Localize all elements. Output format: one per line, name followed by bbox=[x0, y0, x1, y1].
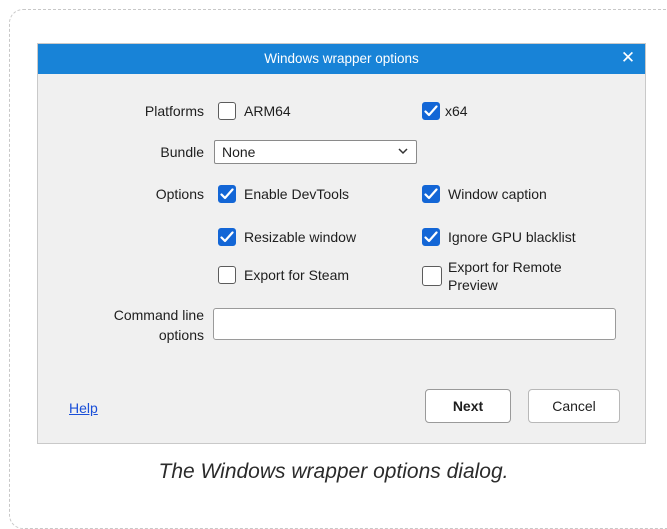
checkmark-icon bbox=[424, 188, 438, 200]
close-icon: ✕ bbox=[620, 48, 636, 67]
arm64-label: ARM64 bbox=[244, 103, 291, 119]
close-button[interactable]: ✕ bbox=[617, 47, 639, 69]
bundle-selected-value: None bbox=[222, 144, 256, 160]
windows-wrapper-options-dialog: Windows wrapper options ✕ Platforms ARM6… bbox=[37, 43, 646, 444]
ignore-gpu-blacklist-checkbox-box[interactable] bbox=[422, 228, 440, 246]
chevron-down-icon bbox=[398, 148, 408, 155]
bundle-select[interactable]: None bbox=[214, 140, 417, 164]
ignore-gpu-blacklist-label: Ignore GPU blacklist bbox=[448, 229, 576, 245]
help-link[interactable]: Help bbox=[69, 400, 98, 416]
resizable-window-checkbox-box[interactable] bbox=[218, 228, 236, 246]
enable-devtools-checkbox-box[interactable] bbox=[218, 185, 236, 203]
next-button[interactable]: Next bbox=[425, 389, 511, 423]
checkmark-icon bbox=[220, 231, 234, 243]
export-for-remote-preview-label: Export for Remote Preview bbox=[448, 259, 562, 293]
title-bar: Windows wrapper options ✕ bbox=[38, 44, 645, 74]
command-line-options-input[interactable] bbox=[213, 308, 616, 340]
x64-label: x64 bbox=[445, 103, 468, 119]
options-label: Options bbox=[155, 186, 204, 202]
cancel-button[interactable]: Cancel bbox=[528, 389, 620, 423]
window-caption-label: Window caption bbox=[448, 186, 547, 202]
export-for-remote-preview-checkbox-box[interactable] bbox=[422, 266, 442, 286]
figure-caption: The Windows wrapper options dialog. bbox=[158, 460, 509, 483]
platforms-label: Platforms bbox=[144, 103, 204, 119]
x64-checkbox-box[interactable] bbox=[422, 102, 440, 120]
checkmark-icon bbox=[220, 188, 234, 200]
enable-devtools-label: Enable DevTools bbox=[244, 186, 350, 202]
command-line-options-label: Command line options bbox=[113, 307, 204, 343]
bundle-label: Bundle bbox=[160, 144, 204, 160]
checkmark-icon bbox=[424, 231, 438, 243]
checkmark-icon bbox=[424, 105, 438, 117]
dialog-title: Windows wrapper options bbox=[264, 51, 419, 66]
window-caption-checkbox-box[interactable] bbox=[422, 185, 440, 203]
resizable-window-label: Resizable window bbox=[244, 229, 357, 245]
export-for-steam-checkbox-box[interactable] bbox=[218, 266, 236, 284]
arm64-checkbox-box[interactable] bbox=[218, 102, 236, 120]
export-for-steam-label: Export for Steam bbox=[244, 267, 350, 283]
